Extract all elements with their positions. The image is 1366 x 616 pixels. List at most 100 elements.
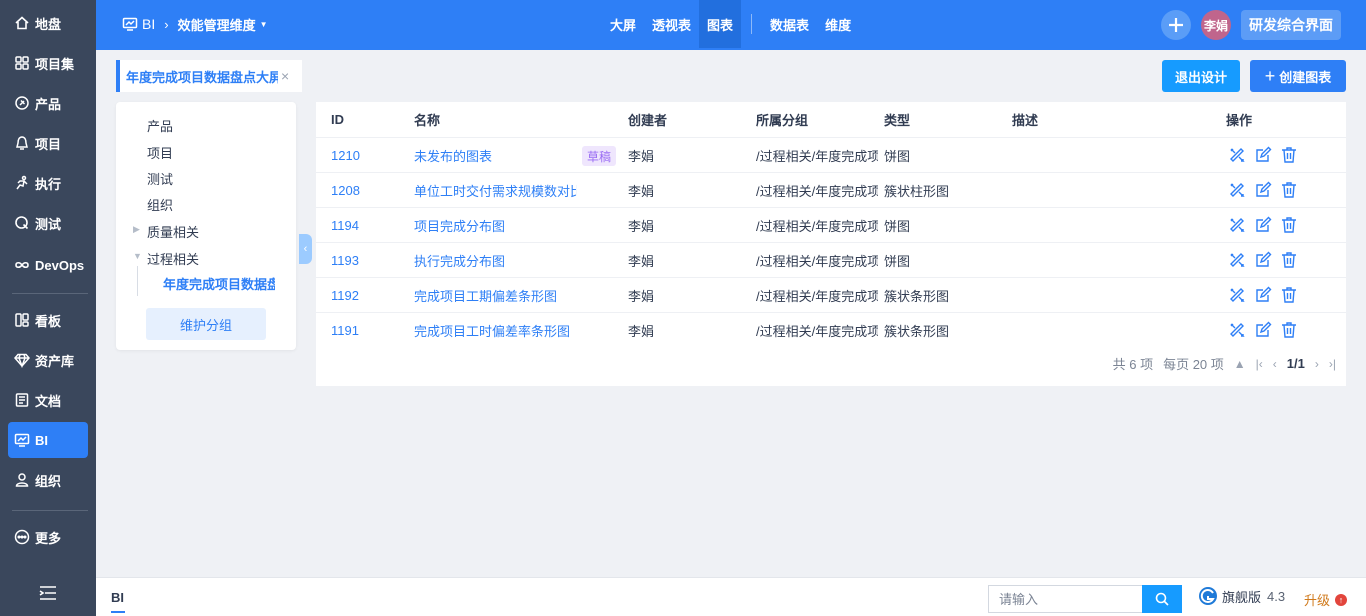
breadcrumb-bi[interactable]: BI	[122, 16, 155, 32]
design-icon[interactable]	[1228, 146, 1246, 167]
prev-page-icon[interactable]: ‹	[1273, 357, 1277, 371]
nav-item-bi[interactable]: BI	[8, 422, 88, 458]
quick-add-button[interactable]	[1161, 10, 1191, 40]
tree-item-project[interactable]: 项目	[147, 143, 173, 162]
next-page-icon[interactable]: ›	[1315, 357, 1319, 371]
nav-item-dashboard[interactable]: 地盘	[8, 5, 88, 41]
footer-tab-bi[interactable]: BI	[111, 590, 125, 613]
table-row[interactable]: 1193 执行完成分布图 李娟/过程相关/年度完成项目数据盘点大屏饼图	[316, 242, 1346, 277]
row-id[interactable]: 1210	[331, 138, 401, 173]
design-icon[interactable]	[1228, 251, 1246, 272]
tab-screen[interactable]: 大屏	[602, 0, 644, 48]
search-input[interactable]	[988, 585, 1144, 613]
row-name[interactable]: 完成项目工期偏差条形图	[414, 278, 577, 313]
column-header-group[interactable]: 所属分组	[756, 102, 808, 136]
column-header-id[interactable]: ID	[331, 102, 344, 136]
row-id[interactable]: 1192	[331, 278, 401, 313]
first-page-icon[interactable]: |‹	[1256, 357, 1263, 371]
user-icon	[14, 472, 30, 488]
column-header-desc[interactable]: 描述	[1012, 102, 1038, 136]
breadcrumb-current[interactable]: 效能管理维度	[178, 15, 256, 34]
edit-icon[interactable]	[1254, 216, 1272, 237]
table-row[interactable]: 1208 单位工时交付需求规模数对比 李娟/过程相关/年度完成项目数据盘点大屏簇状柱…	[316, 172, 1346, 207]
search-button[interactable]	[1142, 585, 1182, 613]
tree-item-process[interactable]: 过程相关	[147, 249, 199, 268]
edit-icon[interactable]	[1254, 251, 1272, 272]
delete-icon[interactable]	[1280, 251, 1298, 272]
close-icon[interactable]: ×	[281, 68, 289, 84]
tree-item-quality[interactable]: 质量相关	[147, 222, 199, 241]
design-icon[interactable]	[1228, 321, 1246, 342]
nav-item-docs[interactable]: 文档	[8, 382, 88, 418]
row-name[interactable]: 完成项目工时偏差率条形图	[414, 313, 577, 348]
upgrade-link[interactable]: 升级 ↑	[1304, 590, 1348, 609]
switch-interface-button[interactable]: 研发综合界面	[1241, 10, 1341, 40]
table-row[interactable]: 1194 项目完成分布图 李娟/过程相关/年度完成项目数据盘点大屏饼图	[316, 207, 1346, 242]
tree-item-product[interactable]: 产品	[147, 116, 173, 135]
row-id[interactable]: 1193	[331, 243, 401, 278]
last-page-icon[interactable]: ›|	[1329, 357, 1336, 371]
design-icon[interactable]	[1228, 216, 1246, 237]
row-id[interactable]: 1208	[331, 173, 401, 208]
avatar[interactable]: 李娟	[1201, 10, 1231, 40]
row-creator: 李娟	[628, 254, 655, 269]
column-header-name[interactable]: 名称	[414, 102, 440, 136]
tree-item-annual[interactable]: 年度完成项目数据盘点大屏	[163, 274, 275, 293]
edit-icon[interactable]	[1254, 321, 1272, 342]
design-icon[interactable]	[1228, 286, 1246, 307]
page-tab[interactable]: 年度完成项目数据盘点大屏 ×	[116, 60, 302, 92]
row-name[interactable]: 未发布的图表	[414, 138, 577, 173]
caret-down-icon[interactable]: ▼	[260, 20, 268, 29]
nav-label: 看板	[35, 313, 62, 329]
tree-item-test[interactable]: 测试	[147, 169, 173, 188]
edit-icon[interactable]	[1254, 181, 1272, 202]
nav-item-project[interactable]: 项目	[8, 125, 88, 161]
nav-item-product[interactable]: 产品	[8, 85, 88, 121]
nav-item-program[interactable]: 项目集	[8, 45, 88, 81]
column-header-creator[interactable]: 创建者	[628, 102, 667, 136]
caret-up-icon[interactable]: ▲	[1234, 357, 1246, 371]
tab-datatable[interactable]: 数据表	[762, 0, 817, 48]
table-row[interactable]: 1210 未发布的图表草稿李娟/过程相关/年度完成项目数据盘点大屏饼图	[316, 137, 1346, 172]
nav-item-test[interactable]: 测试	[8, 205, 88, 241]
nav-item-kanban[interactable]: 看板	[8, 302, 88, 338]
nav-item-assets[interactable]: 资产库	[8, 342, 88, 378]
caret-right-icon[interactable]: ▶	[133, 224, 140, 235]
pager-per-page[interactable]: 每页 20 项	[1163, 354, 1224, 373]
maintain-group-button[interactable]: 维护分组	[146, 308, 266, 340]
zentao-logo-icon	[1199, 587, 1217, 605]
tree-item-org[interactable]: 组织	[147, 195, 173, 214]
exit-design-button[interactable]: 退出设计	[1162, 60, 1240, 92]
tab-chart[interactable]: 图表	[699, 0, 742, 48]
menu-collapse-icon[interactable]	[38, 585, 58, 601]
tab-pivot[interactable]: 透视表	[644, 0, 699, 48]
row-id[interactable]: 1191	[331, 313, 401, 348]
edit-icon[interactable]	[1254, 146, 1272, 167]
table-row[interactable]: 1192 完成项目工期偏差条形图 李娟/过程相关/年度完成项目数据盘点大屏簇状条形图	[316, 277, 1346, 312]
tab-dimension[interactable]: 维度	[817, 0, 859, 48]
delete-icon[interactable]	[1280, 286, 1298, 307]
collapse-panel-button[interactable]: ‹	[299, 234, 312, 264]
delete-icon[interactable]	[1280, 181, 1298, 202]
nav-label: 产品	[35, 96, 62, 112]
design-icon[interactable]	[1228, 181, 1246, 202]
row-name[interactable]: 单位工时交付需求规模数对比	[414, 173, 577, 208]
row-group: /过程相关/年度完成项目数据盘点大屏	[756, 219, 878, 234]
table-row[interactable]: 1191 完成项目工时偏差率条形图 李娟/过程相关/年度完成项目数据盘点大屏簇状条形…	[316, 312, 1346, 347]
nav-label: 文档	[35, 393, 62, 409]
nav-item-org[interactable]: 组织	[8, 462, 88, 498]
delete-icon[interactable]	[1280, 216, 1298, 237]
delete-icon[interactable]	[1280, 146, 1298, 167]
delete-icon[interactable]	[1280, 321, 1298, 342]
row-id[interactable]: 1194	[331, 208, 401, 243]
nav-item-devops[interactable]: DevOps	[8, 247, 88, 283]
edit-icon[interactable]	[1254, 286, 1272, 307]
row-name[interactable]: 执行完成分布图	[414, 243, 577, 278]
column-header-type[interactable]: 类型	[884, 102, 910, 136]
create-chart-button[interactable]: + 创建图表	[1250, 60, 1346, 92]
nav-item-more[interactable]: 更多	[8, 519, 88, 555]
nav-label: 执行	[35, 176, 62, 192]
nav-item-execution[interactable]: 执行	[8, 165, 88, 201]
caret-down-icon[interactable]: ▼	[133, 251, 142, 261]
row-name[interactable]: 项目完成分布图	[414, 208, 577, 243]
